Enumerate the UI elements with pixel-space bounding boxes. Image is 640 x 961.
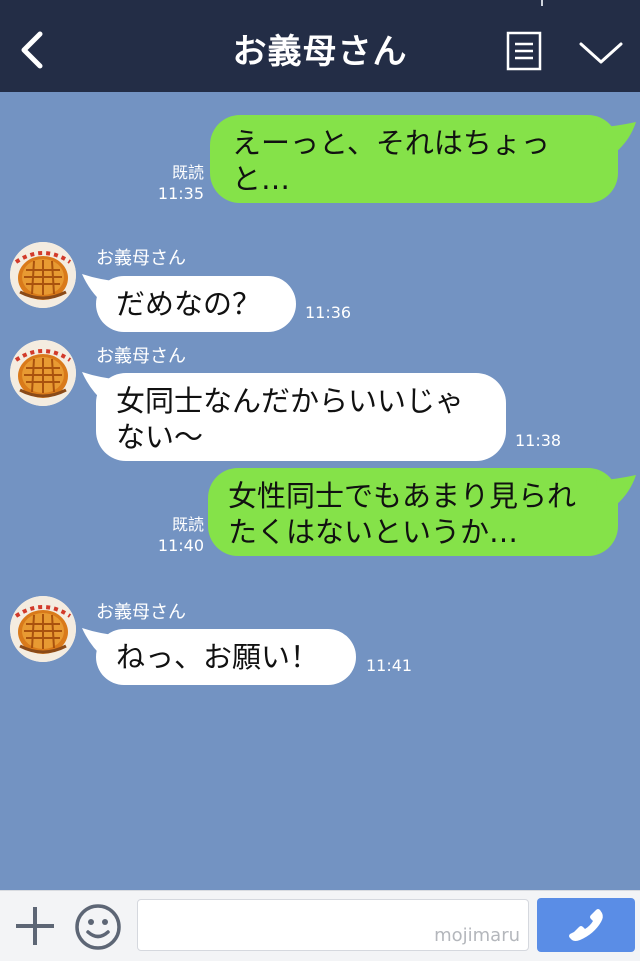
list-menu-icon[interactable] xyxy=(506,31,542,71)
message-meta: 既読 11:35 xyxy=(140,162,204,204)
message-meta: 既読 11:40 xyxy=(140,514,204,556)
pie-avatar-icon xyxy=(10,242,76,308)
chat-header: お義母さん xyxy=(0,0,640,92)
bubble-tail xyxy=(596,122,636,152)
header-divider xyxy=(541,0,543,6)
chevron-down-icon[interactable] xyxy=(578,40,624,66)
sender-name: お義母さん xyxy=(96,346,186,367)
bubble-tail xyxy=(596,475,636,505)
smiley-icon[interactable] xyxy=(74,903,122,951)
message-bubble-outgoing[interactable]: 女性同士でもあまり見られたくはないというか… xyxy=(208,468,618,556)
read-receipt: 既読 xyxy=(171,515,204,534)
message-list[interactable]: えーっと、それはちょっと… 既読 11:35 お義母さん だめなの？ 11:36 xyxy=(0,92,640,890)
contact-avatar[interactable] xyxy=(10,596,76,662)
message-bubble-outgoing[interactable]: えーっと、それはちょっと… xyxy=(210,115,618,203)
message-time: 11:36 xyxy=(305,303,352,322)
sender-name: お義母さん xyxy=(96,248,186,269)
input-bar: mojimaru xyxy=(0,890,640,961)
contact-avatar[interactable] xyxy=(10,340,76,406)
sender-name: お義母さん xyxy=(96,602,186,623)
message-time: 11:35 xyxy=(157,184,204,203)
phone-icon xyxy=(569,909,603,941)
chat-title: お義母さん xyxy=(232,32,408,72)
message-bubble-incoming[interactable]: だめなの？ xyxy=(96,276,296,332)
message-bubble-incoming[interactable]: ねっ、お願い！ xyxy=(96,629,356,685)
contact-avatar[interactable] xyxy=(10,242,76,308)
pie-avatar-icon xyxy=(10,340,76,406)
message-time: 11:40 xyxy=(157,536,204,555)
message-time: 11:38 xyxy=(515,431,562,450)
read-receipt: 既読 xyxy=(171,163,204,182)
pie-avatar-icon xyxy=(10,596,76,662)
message-input[interactable]: mojimaru xyxy=(137,899,529,951)
message-time: 11:41 xyxy=(366,656,413,675)
watermark: mojimaru xyxy=(434,925,520,946)
plus-icon[interactable] xyxy=(14,905,56,947)
call-button[interactable] xyxy=(537,898,635,952)
message-bubble-incoming[interactable]: 女同士なんだからいいじゃない〜 xyxy=(96,373,506,461)
